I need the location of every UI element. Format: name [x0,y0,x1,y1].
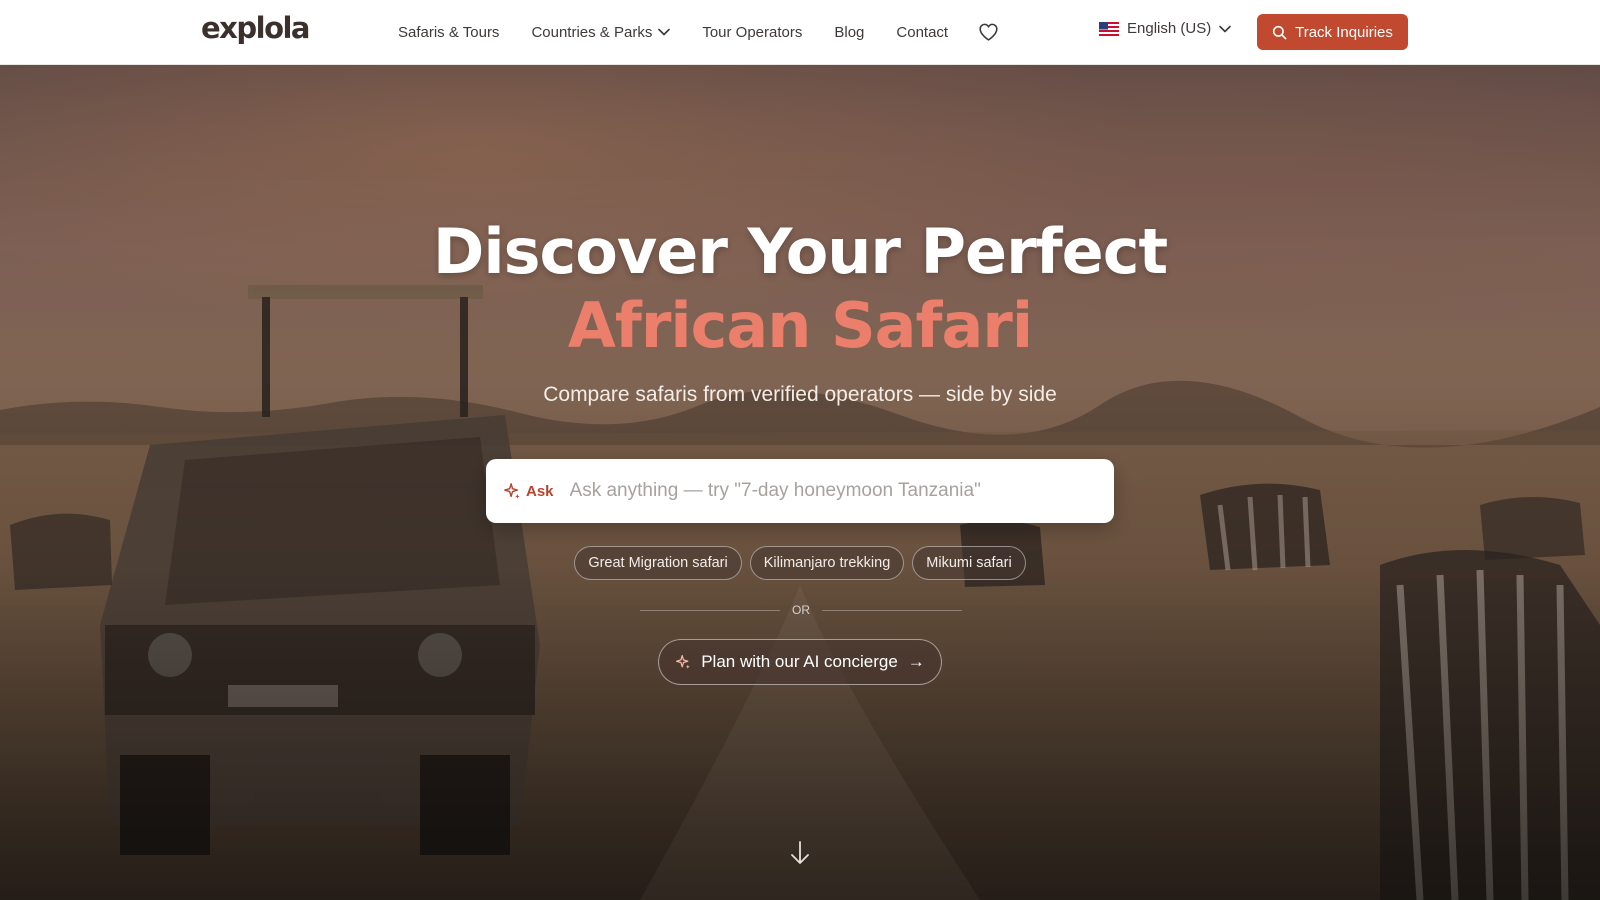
suggestion-chips: Great Migration safari Kilimanjaro trekk… [0,546,1600,580]
ask-label: Ask [503,482,554,500]
arrow-down-icon[interactable] [789,840,811,866]
hero-subtitle: Compare safaris from verified operators … [543,383,1057,406]
ai-concierge-button[interactable]: Plan with our AI concierge → [658,639,942,685]
nav-item-contact[interactable]: Contact [896,24,948,41]
nav-item-label: Countries & Parks [531,23,653,41]
hero-title-line2: African Safari [567,289,1033,362]
heart-icon[interactable] [978,22,999,42]
nav-item-label: Blog [834,23,865,41]
logo[interactable]: explola [201,11,311,45]
language-label: English (US) [1127,20,1212,37]
nav-item-countries-parks[interactable]: Countries & Parks [531,23,671,41]
main-nav: Safaris & Tours Countries & Parks Tour O… [398,0,980,64]
or-divider: OR [640,602,962,618]
sparkle-icon [676,654,691,669]
ai-concierge-label: Plan with our AI concierge [701,652,898,671]
nav-item-label: Contact [896,23,949,41]
language-selector[interactable]: English (US) [1099,20,1232,37]
divider-line [822,610,962,611]
nav-item-tour-operators[interactable]: Tour Operators [702,24,802,41]
search-icon [1272,25,1287,39]
nav-item-blog[interactable]: Blog [834,24,864,41]
arrow-right-icon: → [907,652,925,671]
chevron-down-icon [1219,25,1232,32]
sparkle-icon [504,483,520,499]
ask-label-text: Ask [526,482,554,500]
us-flag-icon [1099,21,1119,36]
nav-item-safaris-tours[interactable]: Safaris & Tours [398,24,499,41]
track-inquiries-button[interactable]: Track Inquiries [1257,14,1408,50]
ask-search-box: Ask [486,459,1114,523]
hero-title-line1: Discover Your Perfect [432,215,1168,288]
suggestion-chip-kilimanjaro[interactable]: Kilimanjaro trekking [749,546,905,580]
suggestion-chip-great-migration[interactable]: Great Migration safari [574,546,742,580]
site-header: explola Safaris & Tours Countries & Park… [0,0,1600,65]
search-input[interactable] [569,480,1090,502]
hero-section: Discover Your Perfect African Safari Com… [0,65,1600,900]
chevron-down-icon [658,28,671,36]
suggestion-chip-mikumi[interactable]: Mikumi safari [912,546,1026,580]
track-inquiries-label: Track Inquiries [1295,23,1393,41]
nav-item-label: Safaris & Tours [398,23,500,41]
nav-item-label: Tour Operators [702,23,803,41]
